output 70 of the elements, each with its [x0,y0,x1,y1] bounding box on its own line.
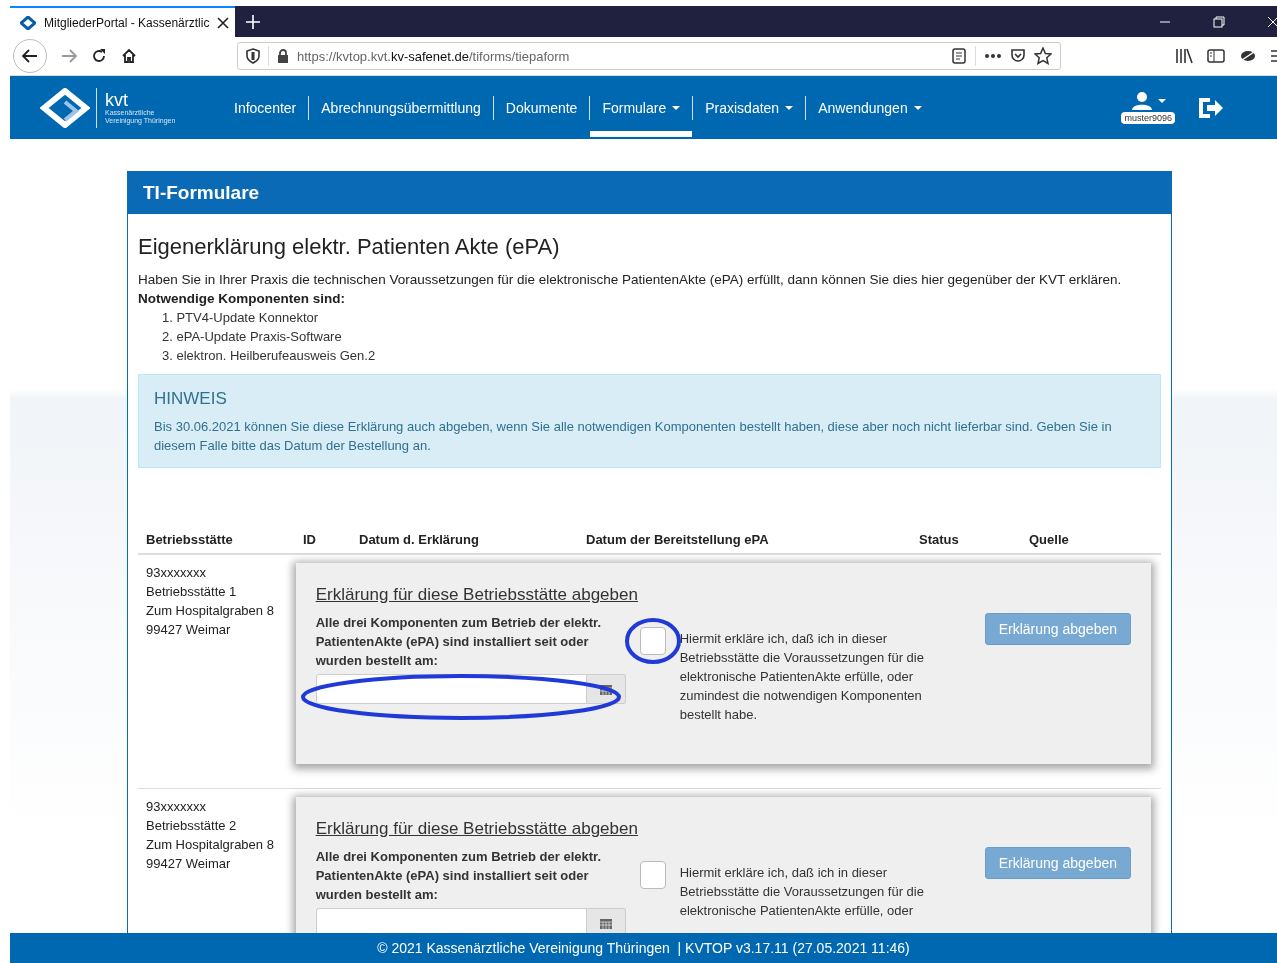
plus-icon[interactable] [246,14,260,29]
declaration-text: Hiermit erkläre ich, daß ich in dieser Betriebsstätte die Voraussetzungen für die elektronische PatientenAkte erfülle, oder zumindest die notwendigen Komponenten bestellt habe. [679,630,925,724]
table-cell-text: Zum Hospitalgraben 8 [146,836,275,854]
caret-icon [913,105,922,110]
diamond-logo-icon [40,87,90,128]
highlight-ellipse [623,617,682,665]
column-header: ID [303,532,317,547]
column-header: Quelle [1029,532,1070,547]
close-icon[interactable] [217,16,230,29]
sidebar-icon[interactable] [1207,48,1225,64]
column-header: Datum der Bereitstellung ePA [586,532,770,547]
list-item: 3. elektron. Heilberufeausweis Gen.2 [162,347,377,365]
calendar-icon[interactable] [599,683,612,695]
back-arrow-icon [22,49,38,63]
card-title: Erklärung für diese Betriebsstätte abgeben [315,819,639,839]
library-icon[interactable] [1175,48,1193,64]
notice-text: Bis 30.06.2021 können Sie diese Erklärung auch abgeben, wenn Sie alle notwendigen Komponenten bestellt haben, diese aber noch nicht lieferbar sind. Geben Sie in diesem Falle bitte das Datum der Bestellung an. [154,418,1113,455]
logout-icon[interactable] [1197,95,1225,120]
date-field[interactable] [315,908,626,933]
more-dots-icon[interactable] [984,53,1002,59]
column-header: Status [919,532,960,547]
address-bar[interactable]: https://kvtop.kvt.kv-safenet.de/tiforms/tiepaform [237,42,1061,70]
diamond-logo-icon [20,15,36,30]
list-item: 1. PTV4-Update Konnektor [162,309,320,327]
extension-icon[interactable] [1239,49,1257,63]
column-header: Betriebsstätte [146,532,234,547]
caret-icon [672,105,681,110]
caret-icon [785,105,794,110]
nav-link[interactable]: Dokumente [493,76,590,139]
menu-icon[interactable] [1271,49,1277,63]
pocket-icon[interactable] [1010,48,1026,64]
logo-name: kvt [105,90,129,109]
table-cell-text: 93xxxxxxx [146,798,207,816]
restore-icon[interactable] [1213,15,1225,28]
shield-icon [246,48,260,64]
reload-icon[interactable] [91,48,107,64]
calendar-icon[interactable] [599,917,612,929]
panel-title: TI-Formulare [128,172,1171,214]
user-icon[interactable] [1130,91,1153,110]
table-cell-text: 93xxxxxxx [146,564,207,582]
date-label: Alle drei Komponenten zum Betrieb der elektr. PatientenAkte (ePA) sind installiert seit oder wurden bestellt am: [315,614,603,670]
caret-icon [1157,98,1166,103]
checkbox[interactable] [639,627,666,655]
date-label: Alle drei Komponenten zum Betrieb der elektr. PatientenAkte (ePA) sind installiert seit oder wurden bestellt am: [315,848,603,904]
reader-view-icon[interactable] [951,48,967,64]
table-cell-text: 99427 Weimar [146,621,232,639]
nav-link[interactable]: Infocenter [222,76,309,139]
nav-link[interactable]: Praxisdaten [693,76,806,139]
table-cell-text: Betriebsstätte 2 [146,817,238,835]
footer-text: © 2021 Kassenärztliche Vereinigung Thüringen | KVTOP v3.17.11 (27.05.2021 11:46) [10,933,1277,963]
nav-link[interactable]: Abrechnungsübermittlung [309,76,493,139]
table-cell-text: Betriebsstätte 1 [146,583,238,601]
card-title: Erklärung für diese Betriebsstätte abgeben [315,585,639,605]
home-icon[interactable] [121,48,137,64]
browser-tab[interactable]: MitgliederPortal - Kassenärztlic [10,6,235,37]
notice-title: HINWEIS [154,389,228,409]
lock-icon [277,49,289,63]
list-item: 2. ePA-Update Praxis-Software [162,328,343,346]
forward-arrow-icon[interactable] [61,49,77,63]
checkbox[interactable] [639,861,666,889]
column-header: Datum d. Erklärung [359,532,480,547]
table-cell-text: 99427 Weimar [146,855,232,873]
nav-link[interactable]: Anwendungen [806,76,934,139]
page-heading: Eigenerklärung elektr. Patienten Akte (ePA) [138,234,561,260]
table-cell-text: Zum Hospitalgraben 8 [146,602,275,620]
declaration-text: Hiermit erkläre ich, daß ich in dieser Betriebsstätte die Voraussetzungen für die elektronische PatientenAkte erfülle, oder [679,864,925,920]
nav-link[interactable]: Formulare [590,76,693,139]
intro-text: Haben Sie in Ihrer Praxis die technischen Voraussetzungen für die elektronische PatientenAkte (ePA) erfüllt, dann können Sie dies hier gegenüber der KVT erklären. Notwendige Komponenten sind: [138,271,1123,308]
star-icon[interactable] [1034,47,1052,65]
url-text: https://kvtop.kvt.kv-safenet.de/tiforms/tiepaform [297,48,570,64]
